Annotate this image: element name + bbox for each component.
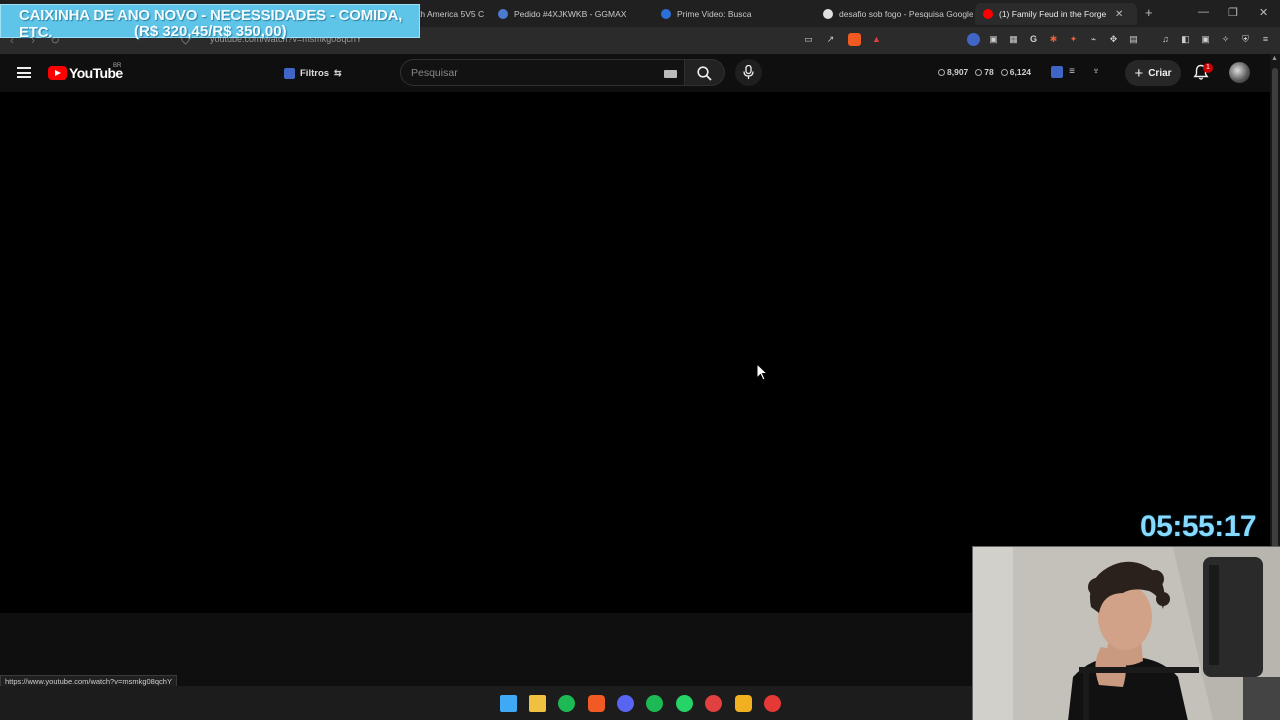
obs-record-icon[interactable] [764, 695, 781, 712]
avatar[interactable] [1229, 62, 1250, 83]
extensions-puzzle-icon[interactable]: ✥ [1107, 33, 1120, 46]
brave-browser-icon[interactable] [588, 695, 605, 712]
close-window-button[interactable]: ✕ [1259, 6, 1268, 19]
likes-stat: 78 [975, 67, 994, 77]
search-input[interactable]: Pesquisar [400, 59, 685, 86]
country-code: BR [113, 63, 122, 69]
list-icon[interactable]: ≡ [1066, 66, 1078, 78]
app-icon-red[interactable] [705, 695, 722, 712]
mouse-cursor-icon [756, 363, 768, 381]
menu-icon[interactable] [17, 67, 31, 78]
other-stat: 6,124 [1000, 67, 1032, 77]
leo-ai-icon[interactable]: ✧ [1219, 33, 1232, 46]
grammarly-icon[interactable]: G [1027, 33, 1040, 46]
views-stat: 8,907 [938, 67, 968, 77]
extension-icon[interactable]: ✦ [1067, 33, 1080, 46]
whatsapp-icon[interactable] [676, 695, 693, 712]
tab-title: Prime Video: Busca [677, 9, 752, 19]
search-icon [697, 66, 712, 81]
extension-icon[interactable]: ▤ [1127, 33, 1140, 46]
restore-window-button[interactable]: ❐ [1228, 6, 1238, 19]
file-explorer-icon[interactable] [529, 695, 546, 712]
voice-search-button[interactable] [735, 59, 762, 86]
sidebar-icon[interactable]: ◧ [1179, 33, 1192, 46]
extension-icon[interactable]: ▦ [1007, 33, 1020, 46]
windows-taskbar [0, 686, 972, 720]
brave-shields-icon[interactable] [848, 33, 861, 46]
spotify-icon-2[interactable] [646, 695, 663, 712]
plus-icon: + [1134, 64, 1144, 82]
extension-icon[interactable]: ▣ [987, 33, 1000, 46]
likes-count: 78 [984, 67, 994, 77]
scroll-up-icon[interactable]: ▲ [1271, 55, 1278, 62]
extension-icon[interactable] [967, 33, 980, 46]
google-favicon-icon [823, 9, 833, 19]
discord-icon[interactable] [617, 695, 634, 712]
wallet-icon[interactable]: ▣ [1199, 33, 1212, 46]
microphone-icon [743, 65, 754, 79]
stream-timer: 05:55:17 [1140, 510, 1257, 543]
share-icon[interactable]: ↗ [824, 33, 837, 46]
create-label: Criar [1148, 67, 1172, 79]
app-icon-yellow[interactable] [735, 695, 752, 712]
search-button[interactable] [685, 59, 725, 86]
browser-tab[interactable]: th America 5V5 C [410, 3, 488, 25]
browser-tab[interactable]: Pedido #4XJKWKB - GGMAX [490, 3, 650, 25]
browser-tab[interactable]: Prime Video: Busca [653, 3, 813, 25]
extension-stats: 8,907 78 6,124 [938, 67, 1038, 77]
donation-goal-banner: CAIXINHA DE ANO NOVO - NECESSIDADES - CO… [0, 4, 420, 41]
eye-icon [975, 69, 983, 76]
youtube-logo[interactable]: YouTube [48, 65, 123, 81]
donation-goal-amount: (R$ 320,45/R$ 350,00) [134, 23, 287, 40]
tab-title: Pedido #4XJKWKB - GGMAX [514, 9, 627, 19]
extension-icon[interactable] [1051, 66, 1063, 78]
new-tab-button[interactable]: + [1145, 5, 1153, 20]
youtube-header: YouTube BR Filtros ⇆ Pesquisar 8,907 78 … [0, 54, 1270, 92]
webcam-person-image [973, 547, 1280, 720]
keyboard-icon[interactable] [664, 70, 677, 78]
trophy-icon[interactable]: ♆ [1090, 66, 1102, 78]
youtube-favicon-icon [983, 9, 993, 19]
webcam-feed [972, 546, 1280, 720]
clock-icon [938, 69, 945, 76]
filters-button[interactable]: Filtros ⇆ [276, 63, 350, 83]
browser-menu-icon[interactable]: ≡ [1259, 33, 1272, 46]
adjust-icon: ⇆ [334, 67, 342, 78]
close-tab-icon[interactable]: ✕ [1115, 9, 1123, 20]
media-control-icon[interactable]: ♫ [1159, 33, 1172, 46]
tab-title: desafio sob fogo - Pesquisa Google [839, 9, 973, 19]
notification-badge: 1 [1203, 63, 1213, 73]
extension-icon[interactable]: ✱ [1047, 33, 1060, 46]
tab-favicon-icon [498, 9, 508, 19]
filters-label: Filtros [300, 67, 330, 79]
minimize-window-button[interactable]: — [1198, 6, 1209, 18]
youtube-play-icon [48, 66, 67, 80]
vpn-icon[interactable]: ⛨ [1239, 33, 1252, 46]
views-count: 8,907 [947, 67, 969, 77]
filter-extension-icon [284, 67, 295, 79]
cast-icon[interactable]: ▭ [802, 33, 815, 46]
brave-rewards-icon[interactable]: ▲ [870, 33, 883, 46]
windows-start-icon[interactable] [500, 695, 517, 712]
spotify-icon[interactable] [558, 695, 575, 712]
tab-title: th America 5V5 C [418, 9, 485, 19]
extension-icon[interactable]: ⌁ [1087, 33, 1100, 46]
video-player[interactable] [0, 92, 1270, 613]
eye-icon [1000, 69, 1008, 76]
create-button[interactable]: + Criar [1125, 60, 1181, 86]
tab-title: (1) Family Feud in the Forge [S7 [999, 9, 1107, 19]
search-placeholder: Pesquisar [411, 67, 458, 79]
browser-tab-active[interactable]: (1) Family Feud in the Forge [S7 ✕ [975, 3, 1137, 25]
browser-tab[interactable]: desafio sob fogo - Pesquisa Google [815, 3, 973, 25]
tab-favicon-icon [661, 9, 671, 19]
other-count: 6,124 [1009, 67, 1032, 77]
